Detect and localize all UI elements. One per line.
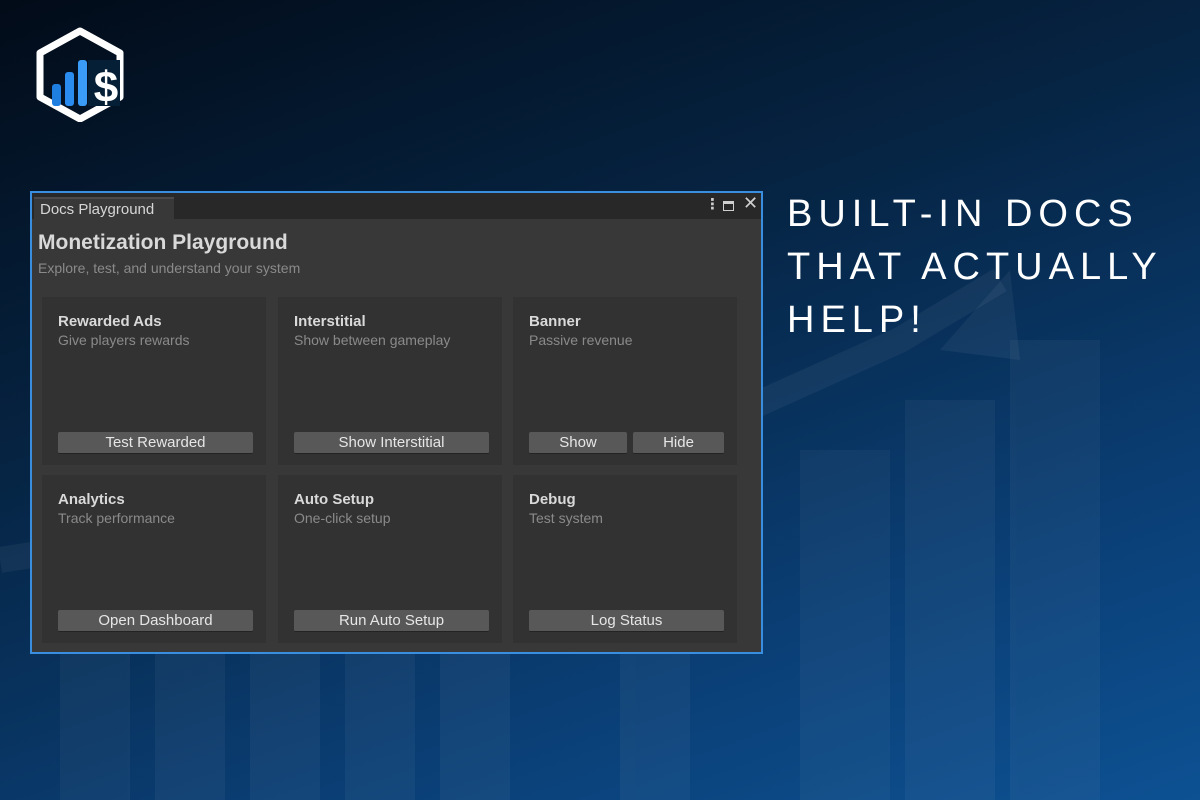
card-description: Test system: [529, 510, 603, 526]
maximize-icon[interactable]: [723, 201, 734, 211]
card-debug: Debug Test system Log Status: [513, 475, 737, 643]
vertical-dots-icon[interactable]: ⋮: [705, 196, 720, 214]
card-title: Rewarded Ads: [58, 313, 162, 330]
svg-text:$: $: [94, 63, 118, 112]
card-interstitial: Interstitial Show between gameplay Show …: [278, 297, 502, 465]
test-rewarded-button[interactable]: Test Rewarded: [58, 432, 253, 454]
show-interstitial-button[interactable]: Show Interstitial: [294, 432, 489, 454]
card-title: Debug: [529, 491, 576, 508]
headline-line: THAT ACTUALLY: [787, 246, 1163, 288]
tab-docs-playground[interactable]: Docs Playground: [34, 197, 174, 219]
run-auto-setup-button[interactable]: Run Auto Setup: [294, 610, 489, 632]
card-title: Banner: [529, 313, 581, 330]
hexagon-chart-dollar-icon: $: [36, 27, 124, 122]
card-analytics: Analytics Track performance Open Dashboa…: [42, 475, 266, 643]
docs-playground-window: Docs Playground ⋮ ✕ Monetization Playgro…: [30, 191, 763, 654]
show-banner-button[interactable]: Show: [529, 432, 627, 454]
card-title: Analytics: [58, 491, 125, 508]
card-description: One-click setup: [294, 510, 391, 526]
card-banner: Banner Passive revenue Show Hide: [513, 297, 737, 465]
log-status-button[interactable]: Log Status: [529, 610, 724, 632]
card-title: Auto Setup: [294, 491, 374, 508]
headline-line: BUILT-IN DOCS: [787, 193, 1139, 235]
card-description: Passive revenue: [529, 332, 633, 348]
window-titlebar: Docs Playground ⋮ ✕: [32, 193, 761, 219]
open-dashboard-button[interactable]: Open Dashboard: [58, 610, 253, 632]
page-title: Monetization Playground: [38, 231, 288, 254]
card-description: Track performance: [58, 510, 175, 526]
card-auto-setup: Auto Setup One-click setup Run Auto Setu…: [278, 475, 502, 643]
card-description: Give players rewards: [58, 332, 190, 348]
hide-banner-button[interactable]: Hide: [633, 432, 724, 454]
close-icon[interactable]: ✕: [743, 194, 758, 212]
card-description: Show between gameplay: [294, 332, 451, 348]
page-subtitle: Explore, test, and understand your syste…: [38, 260, 301, 276]
headline: BUILT-IN DOCS THAT ACTUALLY HELP!: [787, 188, 1163, 347]
card-title: Interstitial: [294, 313, 366, 330]
card-rewarded-ads: Rewarded Ads Give players rewards Test R…: [42, 297, 266, 465]
headline-line: HELP!: [787, 299, 927, 341]
